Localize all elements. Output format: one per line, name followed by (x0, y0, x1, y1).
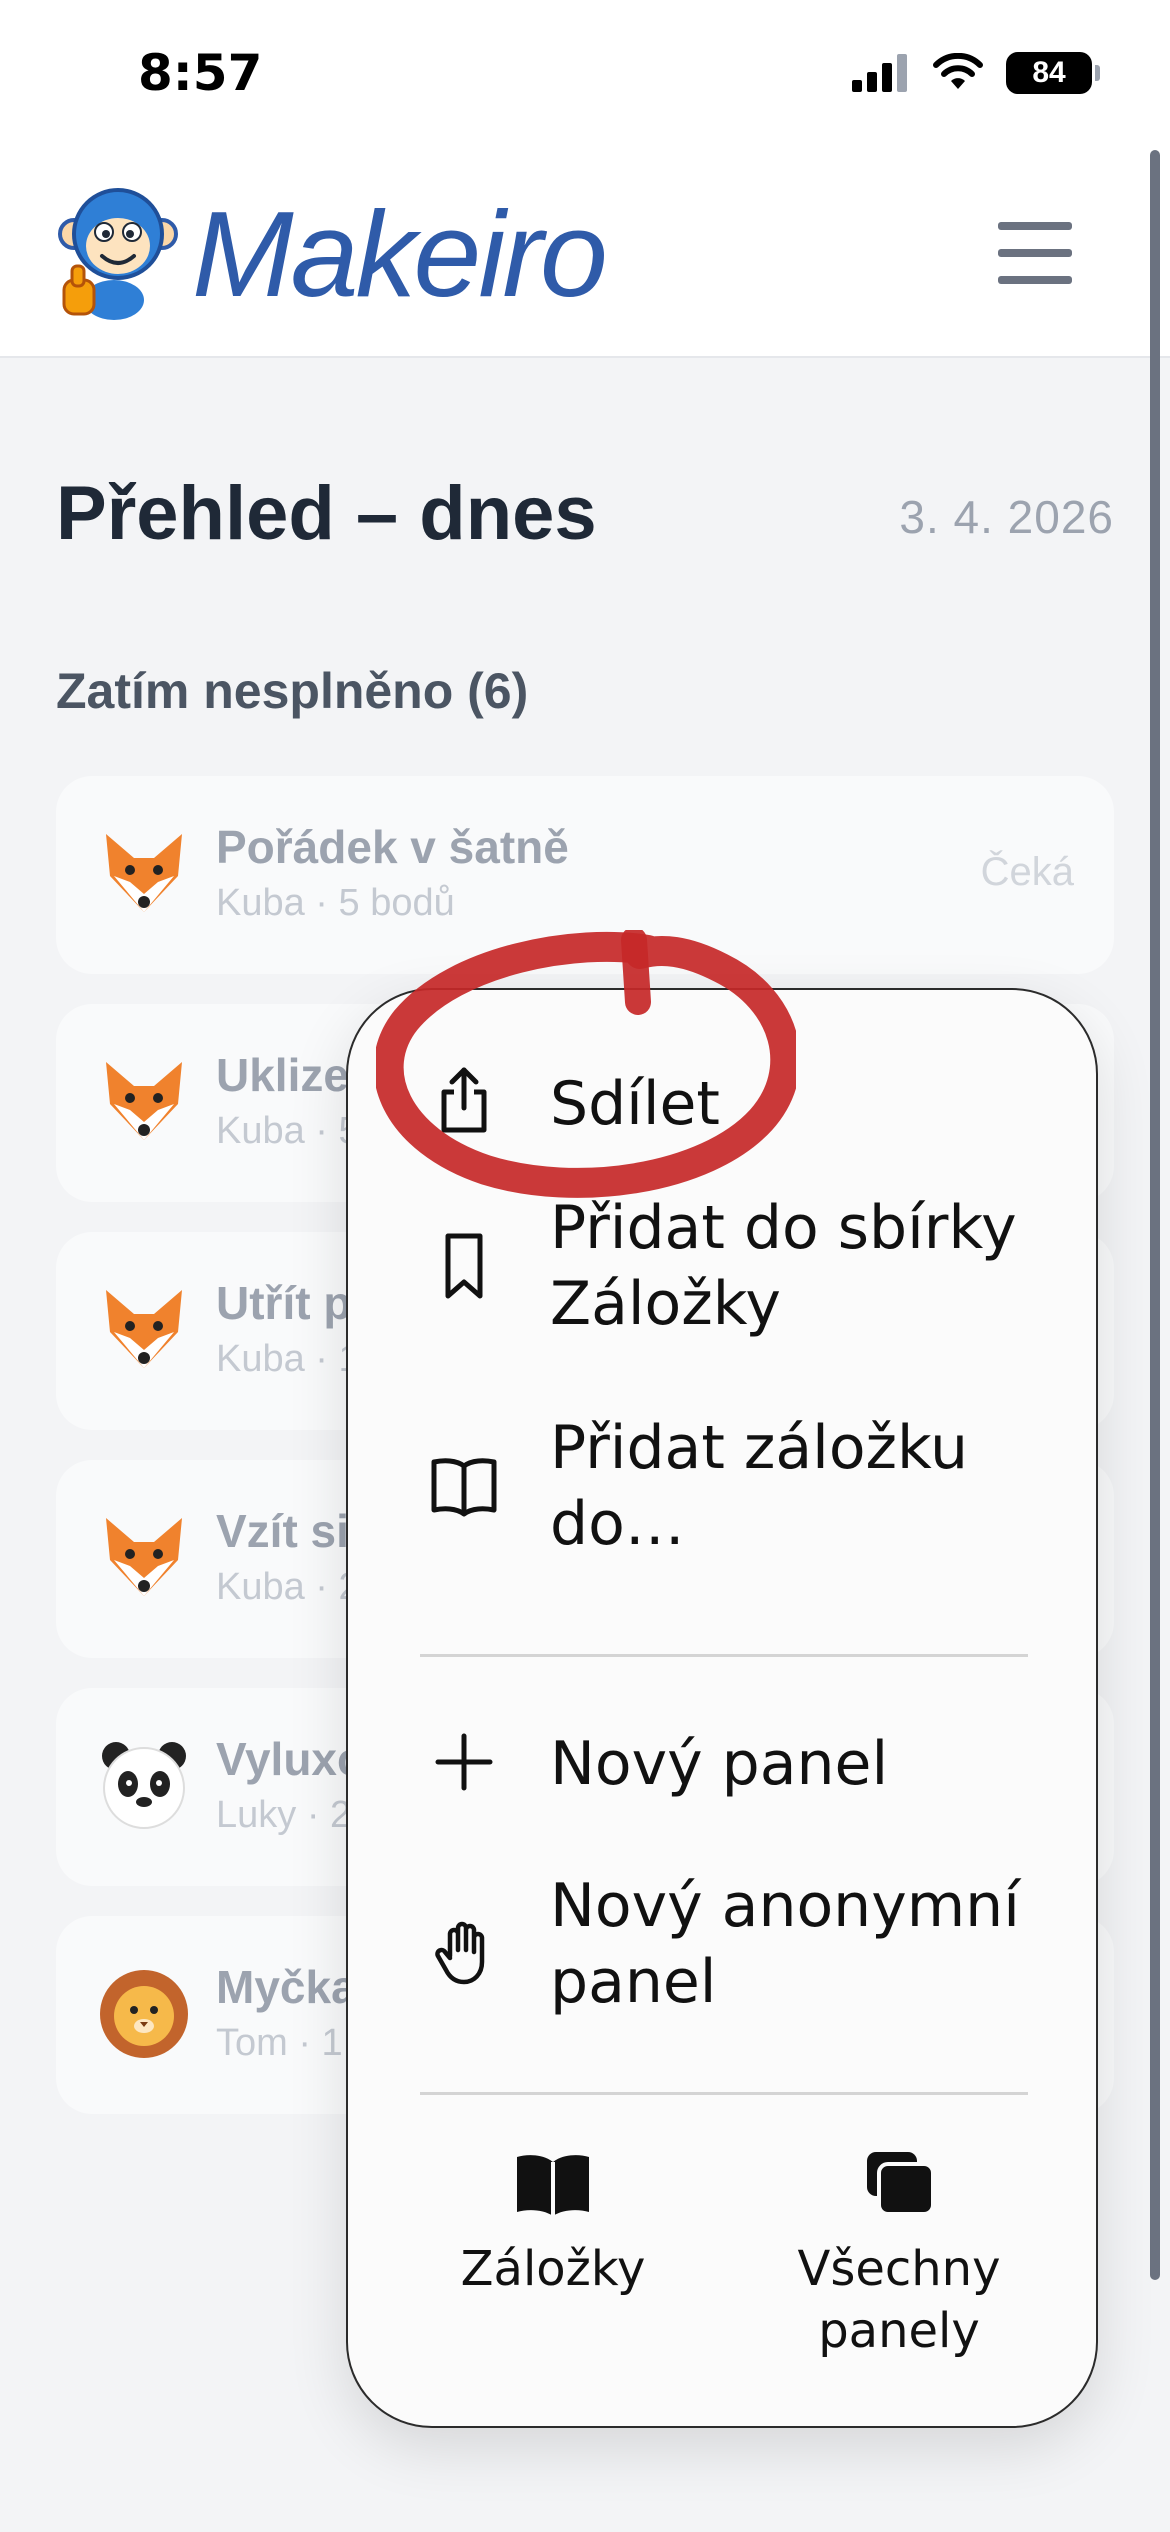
bookmarks-book-icon (517, 2155, 589, 2216)
fox-icon (106, 1062, 182, 1140)
task-subtitle: Luky · 2 (216, 1794, 352, 1836)
status-time: 8:57 (138, 44, 263, 102)
section-title: Zatím nesplněno (6) (56, 663, 529, 719)
task-title: Uklize (216, 1049, 349, 1101)
page-date: 3. 4. 2026 (899, 491, 1114, 543)
menu-label-new-private-tab: Nový anonymní panel (550, 1871, 1020, 2017)
share-icon (441, 1067, 487, 1133)
scrollbar[interactable] (1150, 150, 1160, 2280)
menu-item-add-bookmark-to[interactable]: Přidat záložku do… (348, 1410, 1100, 1570)
battery-indicator: 84 (1006, 52, 1100, 94)
app-header: Makeiro (0, 150, 1170, 358)
task-status: Čeká (980, 850, 1074, 894)
hamburger-menu-icon[interactable] (998, 222, 1072, 284)
status-icons: 84 (852, 52, 1100, 94)
cellular-signal-icon (852, 54, 907, 92)
menu-label-add-bookmark-to: Přidat záložku do… (550, 1413, 968, 1559)
bookmarks-label: Záložky (460, 2241, 646, 2297)
bookmarks-button[interactable]: Záložky (388, 2148, 718, 2300)
task-title: Utřít p (216, 1277, 352, 1329)
page-title: Přehled – dnes (56, 471, 597, 556)
battery-level: 84 (1032, 56, 1066, 89)
all-tabs-button[interactable]: Všechny panely (734, 2148, 1064, 2362)
task-subtitle: Kuba · 5 bodů (216, 882, 455, 924)
lion-icon (100, 1970, 188, 2058)
status-bar: 8:57 84 (0, 0, 1170, 150)
all-tabs-label: Všechny panely (797, 2241, 1001, 2359)
bookmark-icon (445, 1233, 483, 1299)
wifi-icon (933, 53, 983, 89)
panda-icon (102, 1742, 186, 1829)
task-card[interactable]: Pořádek v šatně Kuba · 5 bodů Čeká (56, 776, 1114, 974)
menu-label-new-tab: Nový panel (550, 1729, 889, 1799)
task-subtitle: Kuba · 2 (216, 1566, 360, 1608)
hand-icon (435, 1921, 485, 1985)
logo-text[interactable]: Makeiro (192, 184, 608, 324)
task-title: Vyluxo (216, 1733, 366, 1785)
fox-icon (106, 1518, 182, 1596)
menu-label-share: Sdílet (550, 1069, 720, 1139)
plus-icon (435, 1733, 493, 1791)
menu-item-add-to-bookmarks-collection[interactable]: Přidat do sbírky Záložky (348, 1186, 1100, 1346)
fox-icon (106, 834, 182, 912)
menu-divider (420, 2092, 1028, 2095)
fox-icon (106, 1290, 182, 1368)
menu-item-new-tab[interactable]: Nový panel (348, 1710, 1100, 1820)
menu-item-share[interactable]: Sdílet (348, 1050, 1100, 1160)
task-subtitle: Kuba · 1 (216, 1338, 360, 1380)
menu-divider (420, 1654, 1028, 1657)
task-title: Myčka (216, 1961, 357, 2013)
browser-context-menu: Sdílet Přidat do sbírky Záložky Přidat z… (346, 988, 1098, 2428)
task-subtitle: Kuba · 5 (216, 1110, 360, 1152)
task-subtitle: Tom · 1 (216, 2022, 343, 2064)
monkey-mascot-icon[interactable] (56, 182, 180, 322)
menu-item-new-private-tab[interactable]: Nový anonymní panel (348, 1868, 1100, 2028)
menu-label-add-to-bookmarks-collection: Přidat do sbírky Záložky (550, 1193, 1017, 1339)
task-title: Vzít si (216, 1505, 349, 1557)
task-title: Pořádek v šatně (216, 821, 569, 873)
open-book-icon (431, 1458, 497, 1517)
tabs-icon (867, 2152, 935, 2216)
